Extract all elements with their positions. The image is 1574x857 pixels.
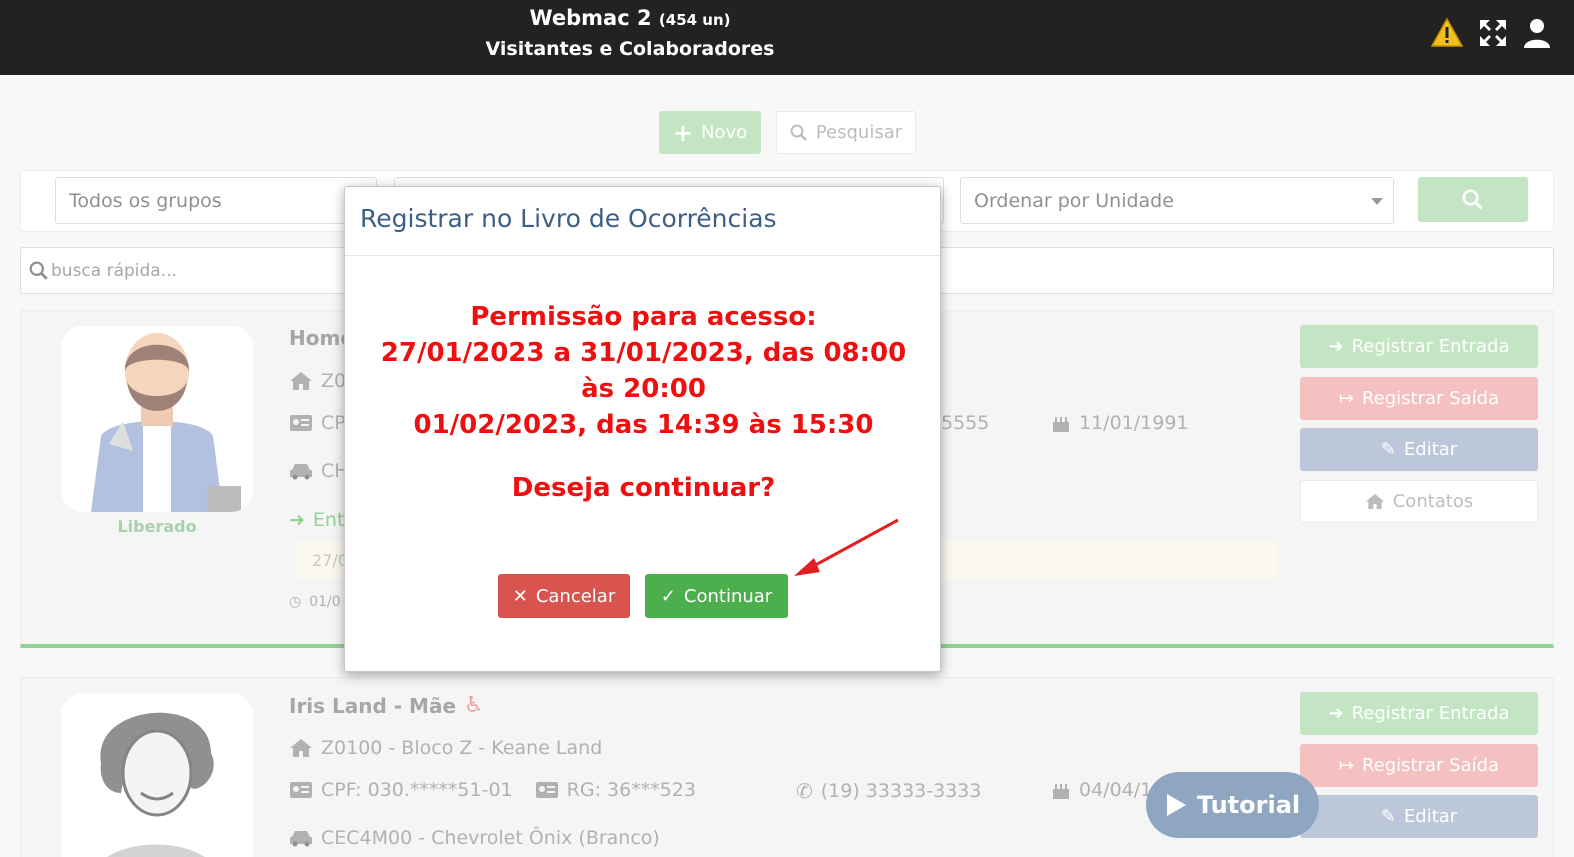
continue-button[interactable]: ✓ Continuar xyxy=(645,574,788,618)
occurrence-modal: Registrar no Livro de Ocorrências Permis… xyxy=(344,186,941,672)
cancel-button[interactable]: ✕ Cancelar xyxy=(498,574,630,618)
unit-count: (454 un) xyxy=(658,11,731,29)
confirm-question: Deseja continuar? xyxy=(511,473,776,503)
app-title: Webmac 2 (454 un) xyxy=(0,6,1260,30)
close-icon: ✕ xyxy=(512,585,528,607)
tutorial-label: Tutorial xyxy=(1196,791,1301,819)
play-icon xyxy=(1166,794,1186,816)
permission-date: 01/02/2023, das 14:39 às 15:30 xyxy=(413,410,874,440)
app-subtitle: Visitantes e Colaboradores xyxy=(485,38,775,60)
fullscreen-icon[interactable] xyxy=(1477,17,1509,49)
top-bar: Webmac 2 (454 un) Visitantes e Colaborad… xyxy=(0,0,1574,75)
user-icon[interactable] xyxy=(1521,17,1553,49)
permission-period: 27/01/2023 a 31/01/2023, das 08:00 às 20… xyxy=(380,338,907,404)
annotation-arrow-icon xyxy=(794,518,899,576)
permission-message: Permissão para acesso: 27/01/2023 a 31/0… xyxy=(345,299,942,443)
cancel-label: Cancelar xyxy=(535,585,616,607)
tutorial-button[interactable]: Tutorial xyxy=(1146,772,1319,838)
permission-heading: Permissão para acesso: xyxy=(470,302,817,332)
check-icon: ✓ xyxy=(660,585,676,607)
warning-icon[interactable] xyxy=(1431,17,1463,49)
modal-title: Registrar no Livro de Ocorrências xyxy=(345,187,940,256)
continue-label: Continuar xyxy=(683,585,773,607)
app-name: Webmac 2 xyxy=(529,6,652,30)
